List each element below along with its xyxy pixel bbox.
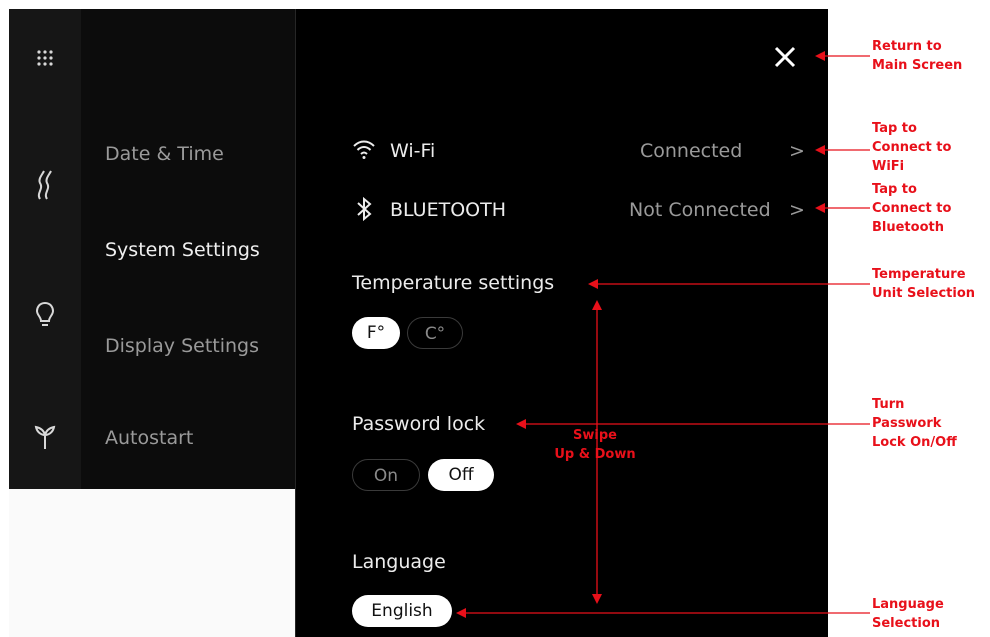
annotation-wifi: Tap to Connect to WiFi: [872, 121, 952, 174]
annotation-temperature: Temperature Unit Selection: [872, 267, 976, 301]
annotation-arrows: [456, 51, 870, 618]
annotation-swipe: Swipe Up & Down: [554, 428, 636, 462]
annotation-bluetooth: Tap to Connect to Bluetooth: [872, 182, 952, 235]
annotation-language: Language Selection: [872, 597, 944, 631]
annotation-password: Turn Passwork Lock On/Off: [872, 397, 957, 450]
annotation-close: Return to Main Screen: [872, 39, 963, 73]
